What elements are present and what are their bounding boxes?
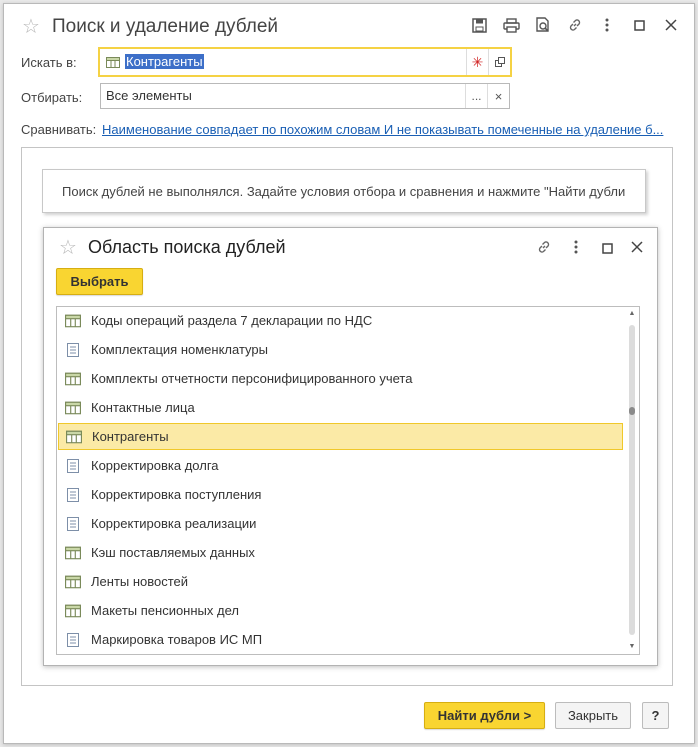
list-item[interactable]: Контактные лица xyxy=(58,394,623,421)
list-item-label: Ленты новостей xyxy=(91,574,189,589)
catalog-icon xyxy=(66,430,82,443)
more-icon[interactable] xyxy=(598,16,616,34)
title-bar: ☆ Поиск и удаление дублей xyxy=(4,4,694,48)
document-icon xyxy=(67,458,79,473)
catalog-icon xyxy=(65,575,81,588)
list-item[interactable]: Макеты пенсионных дел xyxy=(58,597,623,624)
clear-asterisk-icon[interactable]: ✳ xyxy=(466,49,488,75)
catalog-icon xyxy=(65,546,81,559)
document-icon xyxy=(67,487,79,502)
compare-conditions-link[interactable]: Наименование совпадает по похожим словам… xyxy=(102,122,667,137)
search-in-label: Искать в: xyxy=(21,55,77,70)
list-item[interactable]: Кэш поставляемых данных xyxy=(58,539,623,566)
search-area-dialog: ☆ Область поиска дублей Выбрать ▲ ▼ Коды… xyxy=(43,227,658,666)
list-item-selected[interactable]: Контрагенты xyxy=(58,423,623,450)
object-list: ▲ ▼ Коды операций раздела 7 декларации п… xyxy=(56,306,640,655)
dialog-title: Область поиска дублей xyxy=(88,237,286,257)
filter-clear-button[interactable]: × xyxy=(487,84,509,108)
catalog-icon xyxy=(65,604,81,617)
scroll-thumb[interactable] xyxy=(629,407,635,415)
open-icon[interactable] xyxy=(488,49,510,75)
list-scrollbar[interactable]: ▲ ▼ xyxy=(627,309,637,652)
results-panel: Поиск дублей не выполнялся. Задайте усло… xyxy=(21,147,673,686)
list-item-label: Макеты пенсионных дел xyxy=(91,603,239,618)
list-item[interactable]: Комплекты отчетности персонифицированног… xyxy=(58,365,623,392)
filter-select-button[interactable]: ... xyxy=(465,84,487,108)
scroll-up-icon[interactable]: ▲ xyxy=(627,309,637,319)
dialog-link-icon[interactable] xyxy=(536,239,552,258)
list-item-label: Кэш поставляемых данных xyxy=(91,545,255,560)
close-button[interactable]: Закрыть xyxy=(555,702,631,729)
favorite-star-icon[interactable]: ☆ xyxy=(22,17,40,37)
notice-text: Поиск дублей не выполнялся. Задайте усло… xyxy=(62,184,626,199)
document-icon xyxy=(67,516,79,531)
maximize-icon[interactable] xyxy=(630,16,648,34)
catalog-icon xyxy=(65,372,81,385)
filter-value: Все элементы xyxy=(106,88,192,103)
list-item-label: Корректировка реализации xyxy=(91,516,257,531)
list-item-label: Комплекты отчетности персонифицированног… xyxy=(91,371,413,386)
list-item[interactable]: Коды операций раздела 7 декларации по НД… xyxy=(58,307,623,334)
list-item[interactable]: Корректировка поступления xyxy=(58,481,623,508)
catalog-icon xyxy=(65,314,81,327)
dialog-favorite-star-icon[interactable]: ☆ xyxy=(59,238,77,258)
list-item-label: Корректировка долга xyxy=(91,458,219,473)
dialog-maximize-icon[interactable] xyxy=(602,242,613,257)
save-icon[interactable] xyxy=(470,16,488,34)
list-item-label: Корректировка поступления xyxy=(91,487,262,502)
close-icon[interactable] xyxy=(662,16,680,34)
filter-label: Отбирать: xyxy=(21,90,83,105)
dialog-more-icon[interactable] xyxy=(574,240,578,257)
window-title: Поиск и удаление дублей xyxy=(52,16,279,37)
choose-button[interactable]: Выбрать xyxy=(56,268,143,295)
list-item[interactable]: Корректировка долга xyxy=(58,452,623,479)
scroll-down-icon[interactable]: ▼ xyxy=(627,642,637,652)
print-icon[interactable] xyxy=(502,16,520,34)
catalog-icon xyxy=(65,401,81,414)
duplicate-search-window: ☆ Поиск и удаление дублей Искать в: Конт… xyxy=(3,3,695,744)
document-icon xyxy=(67,342,79,357)
list-item-label: Маркировка товаров ИС МП xyxy=(91,632,263,647)
search-notice: Поиск дублей не выполнялся. Задайте усло… xyxy=(42,169,646,213)
list-item-label: Контрагенты xyxy=(92,429,169,444)
compare-label: Сравнивать: xyxy=(21,122,97,137)
title-toolbar xyxy=(470,16,680,34)
document-icon xyxy=(67,632,79,647)
dialog-close-icon[interactable] xyxy=(631,241,643,256)
list-item-label: Коды операций раздела 7 декларации по НД… xyxy=(91,313,373,328)
link-icon[interactable] xyxy=(566,16,584,34)
find-duplicates-button[interactable]: Найти дубли > xyxy=(424,702,545,729)
list-item[interactable]: Корректировка реализации xyxy=(58,510,623,537)
list-item[interactable]: Комплектация номенклатуры xyxy=(58,336,623,363)
list-item[interactable]: Ленты новостей xyxy=(58,568,623,595)
list-item-label: Контактные лица xyxy=(91,400,195,415)
help-button[interactable]: ? xyxy=(642,702,669,729)
filter-field[interactable]: Все элементы ... × xyxy=(100,83,510,109)
search-in-field[interactable]: Контрагенты ✳ xyxy=(98,47,512,77)
list-item[interactable]: Маркировка товаров ИС МП xyxy=(58,626,623,653)
preview-icon[interactable] xyxy=(534,16,552,34)
list-item-label: Комплектация номенклатуры xyxy=(91,342,268,357)
search-in-value: Контрагенты xyxy=(125,54,204,69)
catalog-icon xyxy=(106,57,120,68)
